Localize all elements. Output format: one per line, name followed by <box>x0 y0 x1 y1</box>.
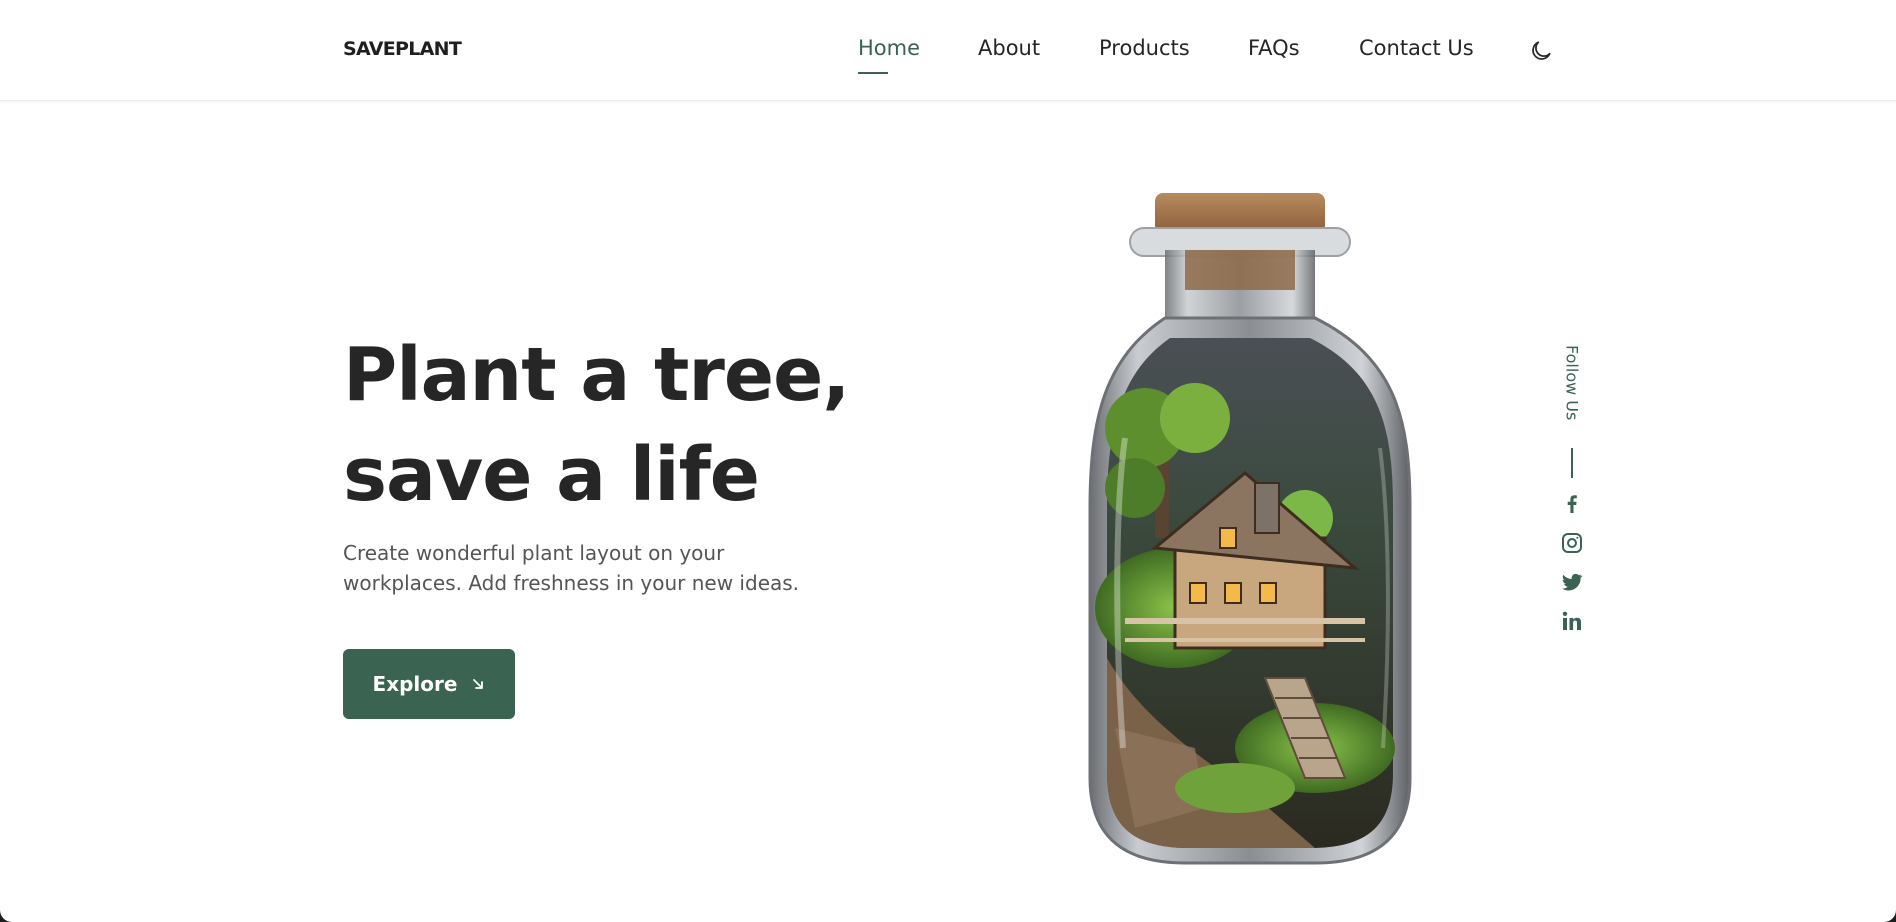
hero-title-line-2: save a life <box>343 432 760 518</box>
moon-icon <box>1532 41 1551 60</box>
nav-products[interactable]: Products <box>1099 36 1190 60</box>
nav-home[interactable]: Home <box>858 36 920 60</box>
nav-contact-us[interactable]: Contact Us <box>1359 36 1474 60</box>
nav-faqs[interactable]: FAQs <box>1248 36 1300 60</box>
hero-description: Create wonderful plant layout on your wo… <box>343 541 800 595</box>
instagram-icon[interactable] <box>1560 531 1584 555</box>
linkedin-icon[interactable] <box>1560 609 1584 633</box>
site-header: SAVEPLANT Home About Products FAQs Conta… <box>0 0 1896 101</box>
explore-button-label: Explore <box>372 672 458 696</box>
theme-toggle-button[interactable] <box>1528 38 1554 64</box>
browser-window: SAVEPLANT Home About Products FAQs Conta… <box>0 0 1896 922</box>
nav-about[interactable]: About <box>978 36 1040 60</box>
arrow-down-right-icon <box>473 679 484 689</box>
site-logo[interactable]: SAVEPLANT <box>343 38 462 60</box>
nav-active-indicator <box>858 72 888 74</box>
hero-title-line-1: Plant a tree, <box>343 332 850 418</box>
terrarium-bottle-image <box>1088 193 1412 865</box>
follow-us-label: Follow Us <box>1562 345 1582 421</box>
hero-title: Plant a tree, save a life <box>343 325 850 525</box>
explore-button[interactable]: Explore <box>343 649 515 719</box>
facebook-icon[interactable] <box>1560 492 1584 516</box>
twitter-icon[interactable] <box>1560 570 1584 594</box>
follow-divider <box>1571 448 1573 478</box>
